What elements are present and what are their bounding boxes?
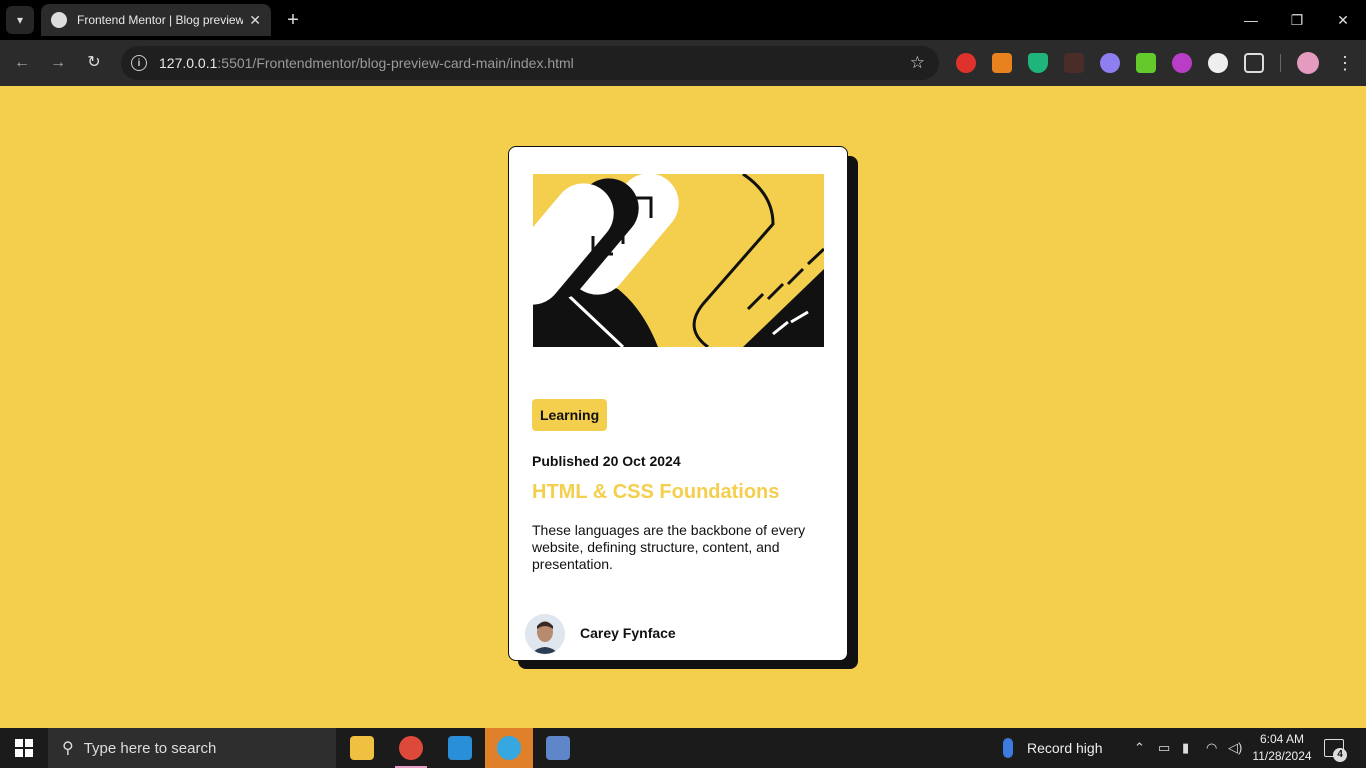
battery-icon[interactable]: ▮ [1182, 740, 1189, 756]
extension-icon-brown[interactable] [1064, 53, 1084, 73]
vscode-app[interactable] [436, 728, 484, 768]
wifi-icon[interactable]: ◠ [1206, 740, 1217, 756]
toolbar-divider [1280, 54, 1281, 72]
tab-close-icon[interactable]: ✕ [249, 12, 261, 29]
search-icon: ⚲ [62, 740, 74, 757]
profile-avatar[interactable] [1297, 52, 1319, 74]
telegram-app[interactable] [485, 728, 533, 768]
clock-time: 6:04 AM [1259, 732, 1305, 746]
published-date: Published 20 Oct 2024 [532, 453, 681, 469]
clock-date: 11/28/2024 [1252, 749, 1312, 763]
page-viewport: Learning Published 20 Oct 2024 HTML & CS… [0, 86, 1366, 728]
shield-icon[interactable] [1028, 53, 1048, 73]
blog-preview-card: Learning Published 20 Oct 2024 HTML & CS… [508, 146, 848, 661]
forward-arrow-icon[interactable]: → [46, 51, 70, 75]
extension-icon-red[interactable] [956, 53, 976, 73]
minimize-button[interactable]: — [1228, 0, 1274, 40]
folder-icon [350, 736, 374, 760]
meet-icon[interactable]: ▭ [1158, 740, 1170, 756]
chrome-app[interactable] [387, 728, 435, 768]
monitor-icon [546, 736, 570, 760]
url-path: :5501/Frontendmentor/blog-preview-card-m… [217, 55, 574, 71]
tab-search-button[interactable]: ▾ [6, 6, 34, 34]
author-avatar [525, 614, 565, 654]
back-arrow-icon[interactable]: ← [10, 51, 34, 75]
notification-count: 4 [1333, 748, 1347, 762]
address-bar[interactable]: i 127.0.0.1:5501/Frontendmentor/blog-pre… [121, 46, 939, 80]
active-tab[interactable]: Frontend Mentor | Blog preview card ✕ [41, 4, 271, 36]
chart-extension-icon[interactable] [1136, 53, 1156, 73]
thermometer-icon [1003, 738, 1013, 758]
extension-icon-purple[interactable] [1172, 53, 1192, 73]
new-tab-button[interactable]: + [282, 8, 304, 32]
vscode-icon [448, 736, 472, 760]
gamepad-icon[interactable] [1208, 53, 1228, 73]
system-clock[interactable]: 6:04 AM 11/28/2024 [1252, 731, 1312, 765]
windows-taskbar: ⚲ Type here to search Record high ⌃ ▭ ▮ … [0, 728, 1366, 768]
taskbar-search-box[interactable]: ⚲ Type here to search [48, 728, 336, 768]
close-window-button[interactable]: ✕ [1320, 0, 1366, 40]
url-host: 127.0.0.1 [159, 55, 218, 71]
card-description: These languages are the backbone of ever… [532, 522, 806, 572]
weather-widget[interactable]: Record high [1003, 738, 1103, 758]
chevron-up-icon[interactable]: ⌃ [1134, 740, 1145, 756]
reload-icon[interactable]: ↻ [82, 51, 106, 75]
windows-start-button[interactable] [0, 728, 48, 768]
puzzle-extensions-icon[interactable] [1244, 53, 1264, 73]
restore-button[interactable]: ❐ [1274, 0, 1320, 40]
ghost-icon[interactable] [1100, 53, 1120, 73]
chrome-icon [399, 736, 423, 760]
more-menu-icon[interactable]: ⋮ [1336, 52, 1354, 74]
telegram-icon [497, 736, 521, 760]
tab-strip: ▾ Frontend Mentor | Blog preview card ✕ … [0, 0, 1366, 40]
category-badge: Learning [532, 399, 608, 431]
chevron-down-icon: ▾ [16, 13, 24, 27]
card-headline[interactable]: HTML & CSS Foundations [532, 481, 779, 504]
desktop-app[interactable] [534, 728, 582, 768]
browser-toolbar: ← → ↻ i 127.0.0.1:5501/Frontendmentor/bl… [0, 40, 1366, 86]
volume-icon[interactable]: ◁) [1228, 740, 1242, 756]
windows-logo-icon [15, 739, 33, 757]
favicon-icon [51, 12, 67, 28]
weather-text: Record high [1027, 740, 1103, 756]
file-explorer-app[interactable] [338, 728, 386, 768]
bookmark-star-icon[interactable]: ☆ [910, 53, 925, 73]
metamask-fox-icon[interactable] [992, 53, 1012, 73]
illustration-image [533, 174, 824, 347]
author-name: Carey Fynface [580, 625, 676, 641]
site-info-icon[interactable]: i [131, 55, 147, 71]
search-placeholder: Type here to search [83, 739, 217, 757]
tab-title: Frontend Mentor | Blog preview card [77, 13, 244, 27]
